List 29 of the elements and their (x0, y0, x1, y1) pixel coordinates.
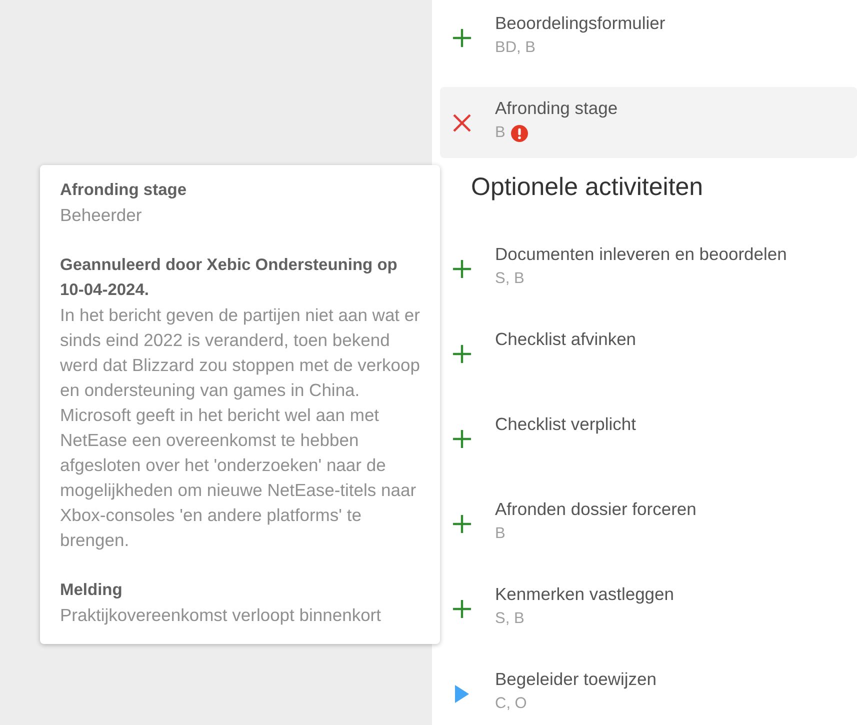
tooltip-title: Afronding stage (60, 180, 188, 201)
activity-roles: S, B (495, 609, 524, 629)
tooltip-heading: Geannuleerd door Xebic Ondersteuning op 10-04-2024. (60, 255, 398, 301)
tooltip-text: Praktijkovereenkomst verloopt binnenkort (60, 604, 382, 627)
activity-roles: B (495, 123, 506, 143)
activity-title: Afronden dossier forceren (495, 498, 696, 521)
activity-item[interactable]: Checklist verplicht (440, 403, 857, 474)
activity-roles: B (495, 524, 506, 544)
activity-roles: C, O (495, 694, 527, 714)
activity-roles: S, B (495, 269, 524, 289)
activity-roles: BD, B (495, 38, 536, 58)
activity-item[interactable]: Afronden dossier forceren B (440, 488, 857, 559)
activity-title: Checklist afvinken (495, 328, 636, 351)
activity-item[interactable]: Documenten inleveren en beoordelen S, B (440, 233, 857, 304)
activity-item[interactable]: Checklist afvinken (440, 318, 857, 389)
activity-item[interactable]: Afronding stage B (440, 87, 857, 158)
tooltip-text: In het bericht geven de partijen niet aan wat er sinds eind 2022 is veranderd, toen bekend werd dat Blizzard zou stoppen met de verkoop en ondersteuning van games in China. Microsoft geeft in het bericht wel aan met NetEase een overeenkomst te hebben afgesloten over het 'onderzoeken' naar de mogelijkheden om nieuwe NetEase-titels naar Xbox-consoles 'en andere platforms' te brengen. (60, 304, 421, 552)
activity-item[interactable]: Begeleider toewijzen C, O (440, 658, 857, 725)
activity-title: Begeleider toewijzen (495, 668, 656, 691)
activity-title: Documenten inleveren en beoordelen (495, 243, 787, 266)
activity-item[interactable]: Beoordelingsformulier BD, B (440, 2, 857, 73)
section-heading: Optionele activiteiten (471, 172, 704, 202)
activity-title: Kenmerken vastleggen (495, 583, 674, 606)
activity-title: Checklist verplicht (495, 413, 636, 436)
tooltip-subtitle: Beheerder (60, 204, 143, 227)
activity-title: Afronding stage (495, 97, 618, 120)
tooltip-heading: Melding (60, 580, 124, 601)
activity-title: Beoordelingsformulier (495, 12, 666, 35)
activity-item[interactable]: Kenmerken vastleggen S, B (440, 573, 857, 644)
